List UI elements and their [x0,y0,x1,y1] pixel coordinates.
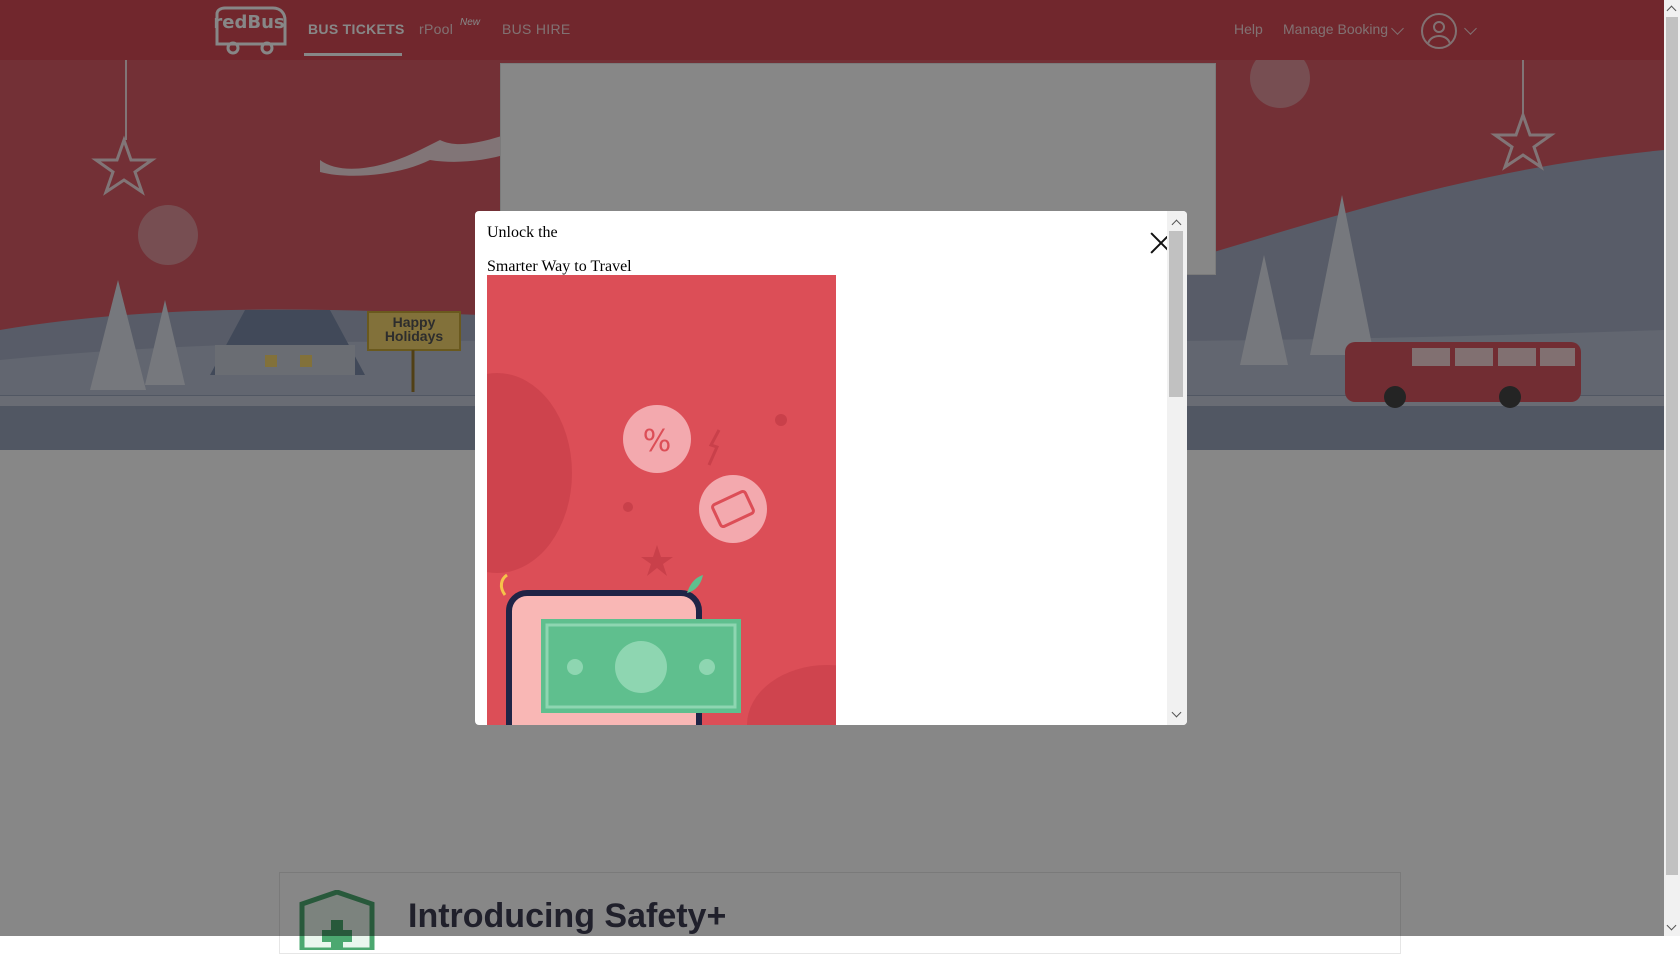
svg-text:%: % [643,424,672,459]
scroll-up-icon[interactable] [1666,5,1677,16]
page-scrollbar[interactable] [1664,0,1680,936]
modal-title-line-1: Unlock the [487,224,558,241]
modal-scroll-up-icon[interactable] [1171,219,1182,230]
page-scroll-thumb[interactable] [1666,17,1678,875]
scroll-down-icon[interactable] [1666,920,1677,931]
percent-badge-icon: % [623,405,691,473]
ticket-badge-icon [699,475,767,543]
modal-scrollbar[interactable] [1167,211,1187,725]
modal-title-line-2: Smarter Way to Travel [487,258,632,275]
promo-art: % [487,373,836,725]
promo-modal: Unlock the Smarter Way to Travel % [475,211,1187,725]
modal-scroll-down-icon[interactable] [1171,707,1182,718]
modal-content: Unlock the Smarter Way to Travel % [475,211,1167,725]
modal-scroll-thumb[interactable] [1169,231,1183,397]
promo-illustration: % [487,275,836,725]
close-icon[interactable] [1149,231,1167,255]
